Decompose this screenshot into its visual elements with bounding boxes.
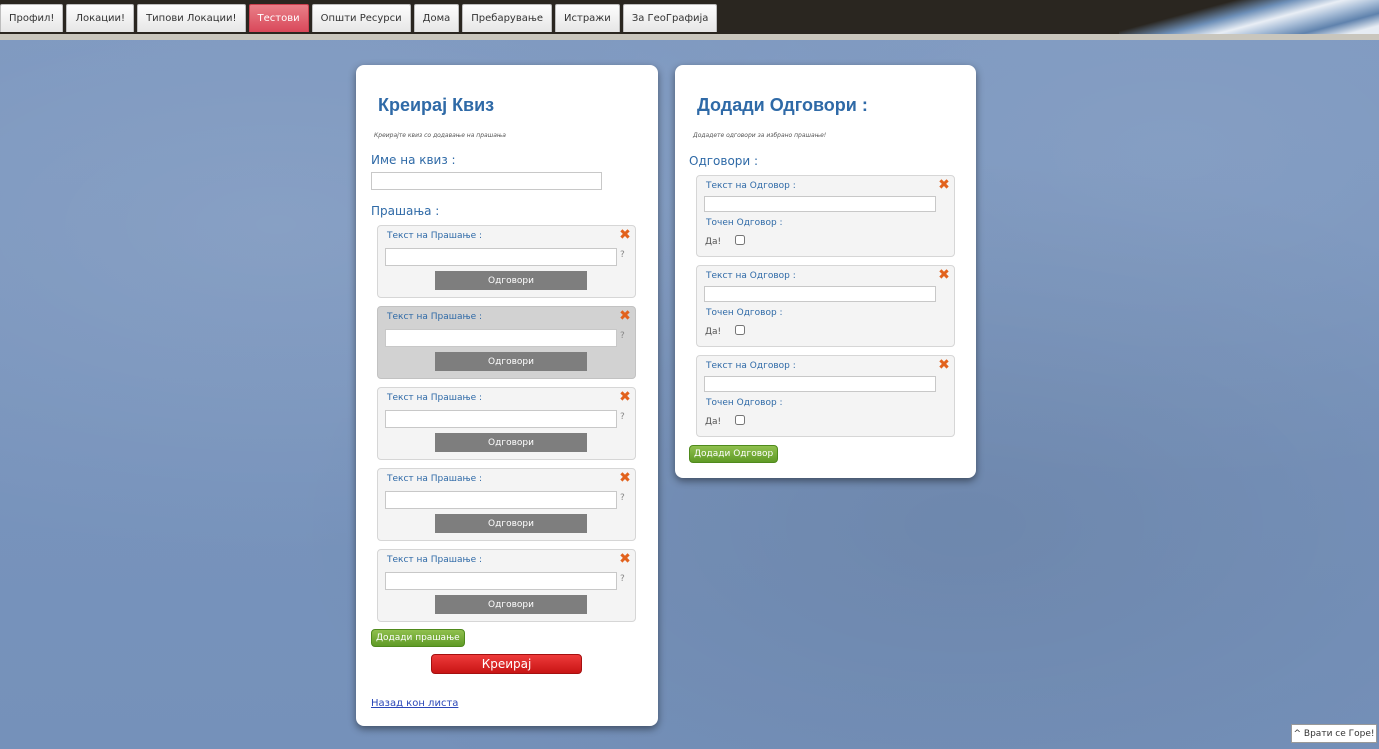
question-text-label: Текст на Прашање :	[387, 312, 483, 322]
answer-text-input[interactable]	[704, 376, 936, 392]
yes-label: Да!	[705, 237, 722, 247]
create-quiz-title: Креирај Квиз	[378, 95, 495, 115]
question-text-label: Текст на Прашање :	[387, 231, 483, 241]
answer-text-label: Текст на Одговор :	[706, 361, 796, 371]
delete-icon[interactable]: ✖	[618, 552, 632, 566]
question-text-input[interactable]	[385, 248, 617, 266]
delete-icon[interactable]: ✖	[618, 228, 632, 242]
question-box: Текст на Прашање : ✖ ? Одговори	[377, 225, 636, 298]
create-quiz-panel: Креирај Квиз Креирајте квиз со додавање …	[356, 65, 658, 726]
question-text-input[interactable]	[385, 572, 617, 590]
answers-label: Одговори :	[689, 154, 759, 168]
question-text-label: Текст на Прашање :	[387, 474, 483, 484]
delete-icon[interactable]: ✖	[618, 390, 632, 404]
answer-box: Текст на Одговор : ✖ Точен Одговор : Да!	[696, 265, 955, 347]
back-to-list-link[interactable]: Назад кон листа	[371, 698, 458, 709]
question-mark: ?	[620, 250, 625, 260]
tab-search[interactable]: Пребарување	[462, 4, 553, 32]
answers-button[interactable]: Одговори	[435, 595, 587, 614]
tab-explore[interactable]: Истражи	[555, 4, 620, 32]
quiz-name-label: Име на квиз :	[371, 153, 456, 167]
question-box: Текст на Прашање : ✖ ? Одговори	[377, 387, 636, 460]
question-box-selected: Текст на Прашање : ✖ ? Одговори	[377, 306, 636, 379]
correct-answer-checkbox[interactable]	[735, 235, 745, 245]
delete-icon[interactable]: ✖	[937, 178, 951, 192]
tab-locations[interactable]: Локации!	[66, 4, 135, 32]
add-answers-title: Додади Одговори :	[697, 95, 868, 115]
create-quiz-subtitle: Креирајте квиз со додавање на прашања	[374, 132, 506, 139]
answer-text-input[interactable]	[704, 286, 936, 302]
question-text-label: Текст на Прашање :	[387, 393, 483, 403]
answer-text-label: Текст на Одговор :	[706, 271, 796, 281]
question-box: Текст на Прашање : ✖ ? Одговори	[377, 468, 636, 541]
answers-button[interactable]: Одговори	[435, 514, 587, 533]
question-text-input[interactable]	[385, 329, 617, 347]
answers-button[interactable]: Одговори	[435, 352, 587, 371]
question-text-label: Текст на Прашање :	[387, 555, 483, 565]
answer-box: Текст на Одговор : ✖ Точен Одговор : Да!	[696, 175, 955, 257]
tab-profile[interactable]: Профил!	[0, 4, 64, 32]
back-to-top-button[interactable]: ^ Врати се Горе!	[1291, 724, 1377, 743]
correct-answer-label: Точен Одговор :	[706, 308, 783, 318]
answers-button[interactable]: Одговори	[435, 433, 587, 452]
questions-label: Прашања :	[371, 204, 440, 218]
tab-home[interactable]: Дома	[413, 4, 460, 32]
correct-answer-checkbox[interactable]	[735, 415, 745, 425]
add-question-button[interactable]: Додади прашање	[371, 629, 465, 647]
answer-box: Текст на Одговор : ✖ Точен Одговор : Да!	[696, 355, 955, 437]
tab-tests[interactable]: Тестови	[248, 4, 309, 32]
correct-answer-label: Точен Одговор :	[706, 218, 783, 228]
question-text-input[interactable]	[385, 491, 617, 509]
question-box: Текст на Прашање : ✖ ? Одговори	[377, 549, 636, 622]
add-answers-subtitle: Додадете одговори за избрано прашање!	[693, 132, 827, 139]
question-mark: ?	[620, 412, 625, 422]
question-mark: ?	[620, 574, 625, 584]
tab-general-resources[interactable]: Општи Ресурси	[311, 4, 411, 32]
delete-icon[interactable]: ✖	[937, 268, 951, 282]
question-mark: ?	[620, 331, 625, 341]
yes-label: Да!	[705, 327, 722, 337]
add-answers-panel: Додади Одговори : Додадете одговори за и…	[675, 65, 976, 478]
tab-location-types[interactable]: Типови Локации!	[137, 4, 246, 32]
answers-button[interactable]: Одговори	[435, 271, 587, 290]
correct-answer-checkbox[interactable]	[735, 325, 745, 335]
delete-icon[interactable]: ✖	[618, 471, 632, 485]
quiz-name-input[interactable]	[371, 172, 602, 190]
correct-answer-label: Точен Одговор :	[706, 398, 783, 408]
add-answer-button[interactable]: Додади Одговор	[689, 445, 779, 463]
top-navigation-bar: Профил! Локации! Типови Локации! Тестови…	[0, 0, 1379, 40]
answer-text-input[interactable]	[704, 196, 936, 212]
tab-about[interactable]: За ГеоГрафија	[622, 4, 718, 32]
create-quiz-button[interactable]: Креирај	[431, 654, 582, 674]
nav-tabs: Профил! Локации! Типови Локации! Тестови…	[0, 4, 718, 32]
earth-banner-image	[1119, 0, 1379, 34]
question-mark: ?	[620, 493, 625, 503]
answer-text-label: Текст на Одговор :	[706, 181, 796, 191]
delete-icon[interactable]: ✖	[937, 358, 951, 372]
yes-label: Да!	[705, 417, 722, 427]
delete-icon[interactable]: ✖	[618, 309, 632, 323]
question-text-input[interactable]	[385, 410, 617, 428]
